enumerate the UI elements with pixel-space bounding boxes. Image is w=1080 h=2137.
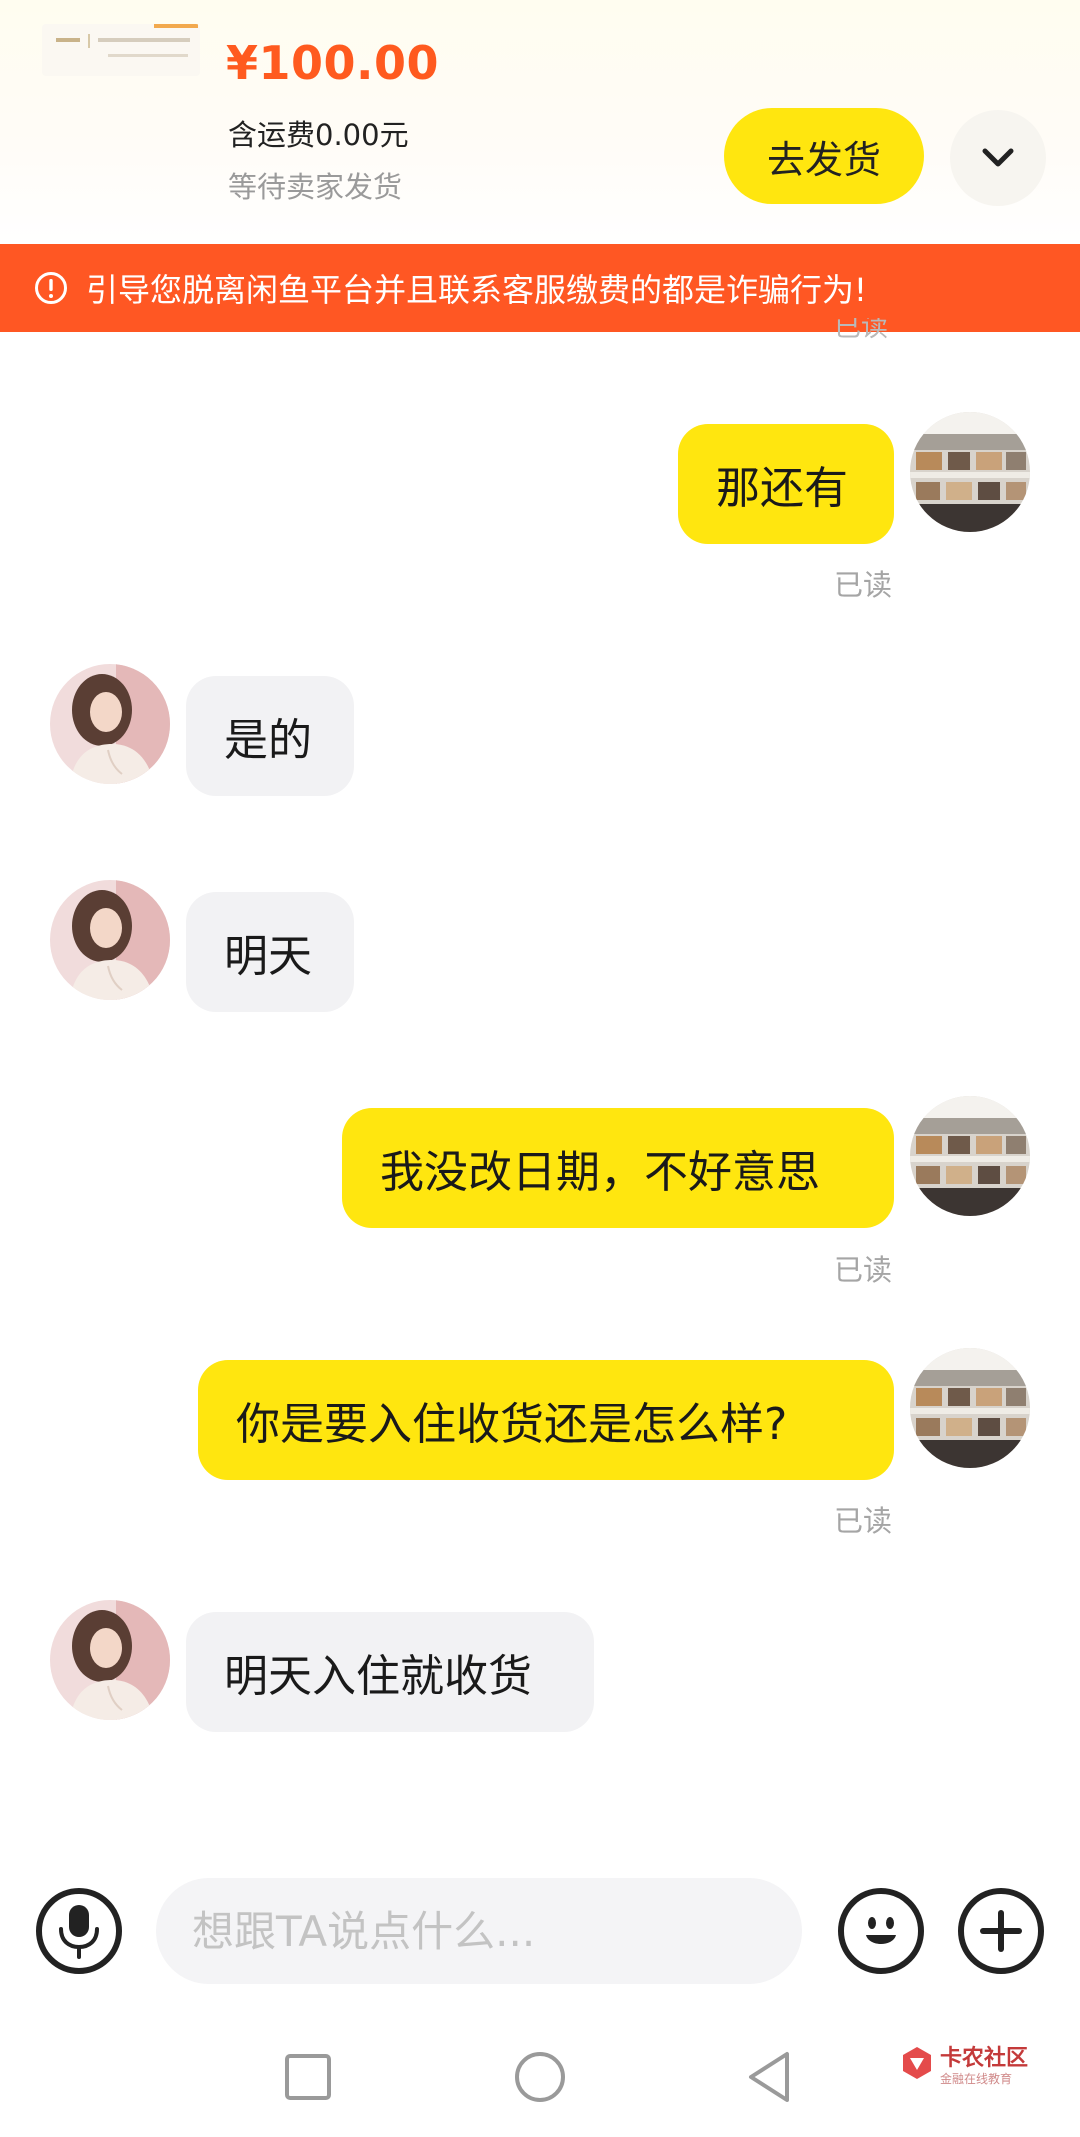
circle-icon (515, 2052, 565, 2102)
message-input-bar (0, 1860, 1080, 2000)
microphone-icon (59, 1905, 99, 1959)
message-bubble-sent[interactable]: 我没改日期，不好意思 (342, 1108, 894, 1228)
shipping-fee: 含运费0.00元 (228, 118, 409, 152)
read-receipt: 已读 (834, 1253, 893, 1287)
my-avatar[interactable] (910, 1348, 1030, 1468)
order-card[interactable]: ¥100.00 含运费0.00元 等待卖家发货 去发货 (0, 0, 1080, 244)
read-receipt-partial: 已读 (834, 318, 888, 340)
order-status: 等待卖家发货 (228, 170, 403, 204)
emoji-icon (866, 1917, 896, 1944)
ship-button[interactable]: 去发货 (724, 108, 924, 204)
voice-button[interactable] (36, 1888, 122, 1974)
other-avatar[interactable] (50, 1600, 170, 1720)
watermark-subtext: 金融在线教育 (940, 2072, 1013, 2086)
recent-apps-button[interactable] (273, 2042, 343, 2112)
my-avatar[interactable] (910, 1096, 1030, 1216)
more-button[interactable] (958, 1888, 1044, 1974)
message-bubble-received[interactable]: 是的 (186, 676, 354, 796)
user-avatar-image (50, 880, 170, 1000)
exclamation-circle-icon (35, 272, 67, 304)
kanong-logo-icon (903, 2047, 931, 2079)
emoji-button[interactable] (838, 1888, 924, 1974)
read-receipt: 已读 (834, 1504, 893, 1538)
watermark-logo: 卡农社区 金融在线教育 (898, 2040, 1048, 2100)
message-bubble-received[interactable]: 明天 (186, 892, 354, 1012)
chevron-down-icon (982, 148, 1014, 167)
shop-avatar-image (910, 412, 1030, 532)
other-avatar[interactable] (50, 664, 170, 784)
order-price: ¥100.00 (226, 36, 440, 90)
my-avatar[interactable] (910, 412, 1030, 532)
message-input[interactable] (156, 1878, 802, 1984)
square-icon (285, 2054, 331, 2100)
user-avatar-image (50, 1600, 170, 1720)
watermark-text: 卡农社区 (940, 2046, 1029, 2071)
triangle-back-icon (749, 2052, 789, 2102)
chat-screen: ¥100.00 含运费0.00元 等待卖家发货 去发货 引导您脱离闲鱼平台并且联… (0, 0, 1080, 2137)
back-button[interactable] (735, 2042, 805, 2112)
fraud-warning-banner: 引导您脱离闲鱼平台并且联系客服缴费的都是诈骗行为! (0, 244, 1080, 332)
shop-avatar-image (910, 1348, 1030, 1468)
warning-text: 引导您脱离闲鱼平台并且联系客服缴费的都是诈骗行为! (86, 271, 867, 309)
expand-button[interactable] (950, 110, 1046, 206)
other-avatar[interactable] (50, 880, 170, 1000)
message-bubble-sent[interactable]: 你是要入住收货还是怎么样? (198, 1360, 894, 1480)
home-button[interactable] (505, 2042, 575, 2112)
shop-avatar-image (910, 1096, 1030, 1216)
message-bubble-sent[interactable]: 那还有 (678, 424, 894, 544)
plus-icon (980, 1910, 1022, 1952)
product-thumbnail[interactable] (42, 24, 200, 76)
message-bubble-received[interactable]: 明天入住就收货 (186, 1612, 594, 1732)
user-avatar-image (50, 664, 170, 784)
read-receipt: 已读 (834, 568, 893, 602)
